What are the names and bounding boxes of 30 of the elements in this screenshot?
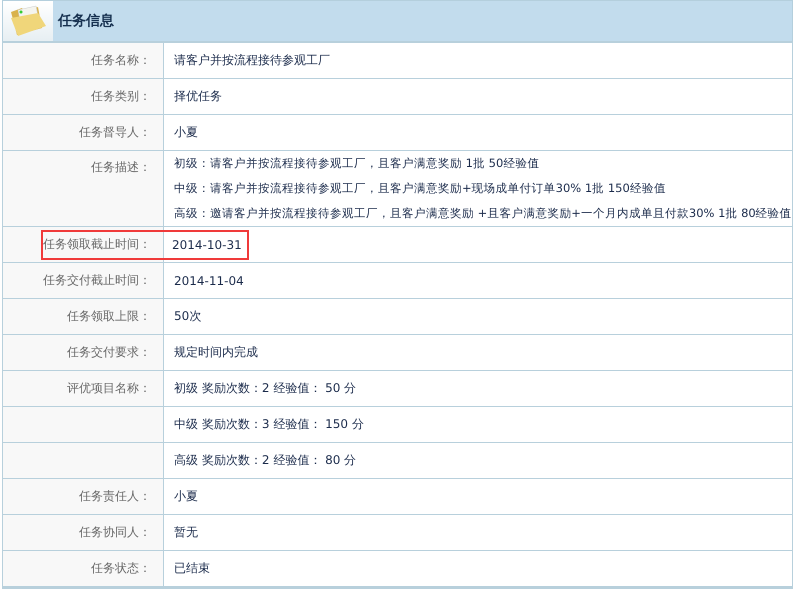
description-line: 初级：请客户并按流程接待参观工厂，且客户满意奖励 1批 50经验值 <box>174 156 540 171</box>
field-label: 评优项目名称： <box>66 380 152 397</box>
field-value: 中级 奖励次数：3 经验值： 150 分 <box>174 416 364 433</box>
field-value: 初级 奖励次数：2 经验值： 50 分 <box>174 380 356 397</box>
field-value: 小夏 <box>174 124 198 141</box>
panel-title: 任务信息 <box>58 12 114 30</box>
field-label: 任务领取截止时间： <box>43 236 152 253</box>
field-value: 50次 <box>174 308 202 325</box>
field-label: 任务描述： <box>90 159 152 176</box>
field-value: 2014-11-04 <box>174 274 244 288</box>
field-value: 请客户并按流程接待参观工厂 <box>174 52 330 69</box>
field-value: 暂无 <box>174 524 198 541</box>
field-label: 任务协同人： <box>78 524 152 541</box>
field-value: 择优任务 <box>174 88 222 105</box>
field-label: 任务督导人： <box>78 124 152 141</box>
field-label: 任务交付要求： <box>66 344 152 361</box>
description-line: 高级：邀请客户并按流程接待参观工厂，且客户满意奖励 +且客户满意奖励+一个月内成单且付款30% 1批 80经验值 <box>174 206 792 221</box>
field-label: 任务交付截止时间： <box>42 272 152 289</box>
field-value: 2014-10-31 <box>172 238 242 252</box>
field-value: 已结束 <box>174 560 210 577</box>
field-label: 任务责任人： <box>78 488 152 505</box>
field-value: 小夏 <box>174 488 198 505</box>
field-label: 任务领取上限： <box>66 308 152 325</box>
description-line: 中级：请客户并按流程接待参观工厂，且客户满意奖励+现场成单付订单30% 1批 150经验值 <box>174 181 667 196</box>
field-value: 规定时间内完成 <box>174 344 258 361</box>
folder-icon <box>3 1 53 41</box>
field-label: 任务名称： <box>90 52 152 69</box>
field-label: 任务状态： <box>90 560 152 577</box>
field-label: 任务类别： <box>90 88 152 105</box>
field-value: 高级 奖励次数：2 经验值： 80 分 <box>174 452 356 469</box>
